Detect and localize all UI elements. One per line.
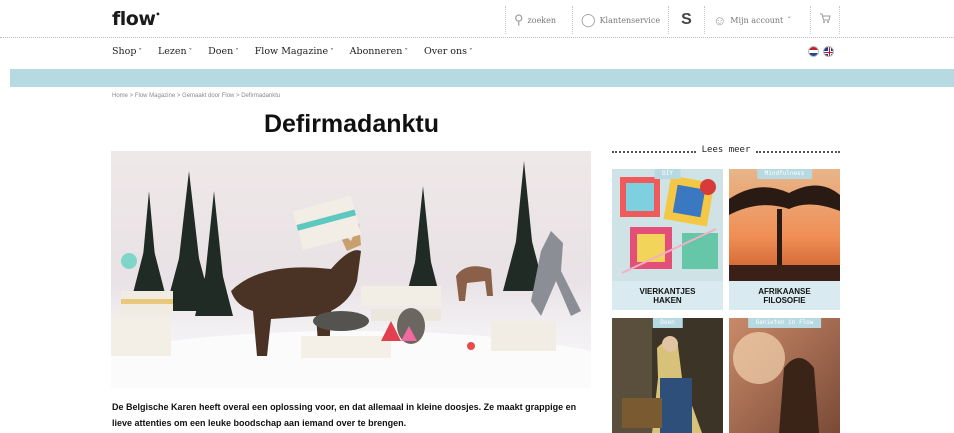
chevron-down-icon: ˇ [787,15,792,25]
customer-service-button[interactable]: ◯ Klantenservice [572,6,668,34]
hero-image [111,151,591,388]
nav-item-shop[interactable]: Shop ˇ [112,46,142,60]
card-caption: VIERKANTJES HAKEN [612,281,723,310]
language-switcher [808,46,834,57]
nav-item-lezen[interactable]: Lezen ˇ [158,46,192,60]
related-card-afrikaanse-filosofie[interactable]: Mindfulness AFRIKAANSE FILOSOFIE [729,169,840,310]
top-header: flow• ⚲ zoeken ◯ Klantenservice S ☺ Mijn… [0,0,954,38]
customer-service-label: Klantenservice [599,15,661,25]
search-icon: ⚲ [514,12,524,27]
chevron-down-icon: ˇ [469,48,473,56]
chevron-down-icon: ˇ [188,48,193,56]
card-image [729,169,840,281]
dutch-flag-icon[interactable] [808,46,819,57]
cart-button[interactable] [810,6,840,34]
card-tag: Genieten in Flow [747,318,822,328]
card-tag: Doen [652,318,683,328]
lees-meer-label: Lees meer [701,145,751,155]
nav-item-over-ons[interactable]: Over ons ˇ [424,46,473,60]
flow-logo[interactable]: flow• [112,8,160,30]
breadcrumb[interactable]: Home > Flow Magazine > Gemaakt door Flow… [112,93,280,99]
account-menu[interactable]: ☺ Mijn account ˇ [704,6,810,34]
related-card-doen[interactable]: Doen [612,318,723,433]
related-card-vierkantjes-haken[interactable]: DIY VIERKANTJES HAKEN [612,169,723,310]
nav-item-doen[interactable]: Doen ˇ [208,46,239,60]
card-tag: DIY [654,169,681,179]
main-nav: Shop ˇ Lezen ˇ Doen ˇ Flow Magazine ˇ Abonne… [112,46,489,60]
chevron-down-icon: ˇ [404,48,408,56]
account-label: Mijn account [730,15,784,25]
nav-item-abonneren[interactable]: Abonneren ˇ [350,46,408,60]
s-button[interactable]: S [668,6,704,34]
chevron-down-icon: ˇ [330,48,334,56]
lees-meer-heading: Lees meer [612,145,840,157]
card-tag: Mindfulness [756,169,813,179]
card-caption: AFRIKAANSE FILOSOFIE [729,281,840,310]
chevron-down-icon: ˇ [138,48,142,56]
search-button[interactable]: ⚲ zoeken [505,6,572,34]
related-card-genieten-in-flow[interactable]: Genieten in Flow [729,318,840,433]
card-image [729,318,840,433]
cart-icon [819,11,831,29]
card-image [612,169,723,281]
card-image [612,318,723,433]
s-label: S [681,11,692,28]
user-icon: ☺ [713,12,727,28]
speech-bubble-icon: ◯ [581,12,596,27]
page-title: Defirmadanktu [263,110,440,138]
accent-band [10,69,954,87]
article-intro: De Belgische Karen heeft overal een oplo… [112,402,577,428]
chevron-down-icon: ˇ [235,48,239,56]
nav-item-flow-magazine[interactable]: Flow Magazine ˇ [255,46,334,60]
search-label: zoeken [527,15,557,25]
english-flag-icon[interactable] [823,46,834,57]
divider [756,151,840,153]
